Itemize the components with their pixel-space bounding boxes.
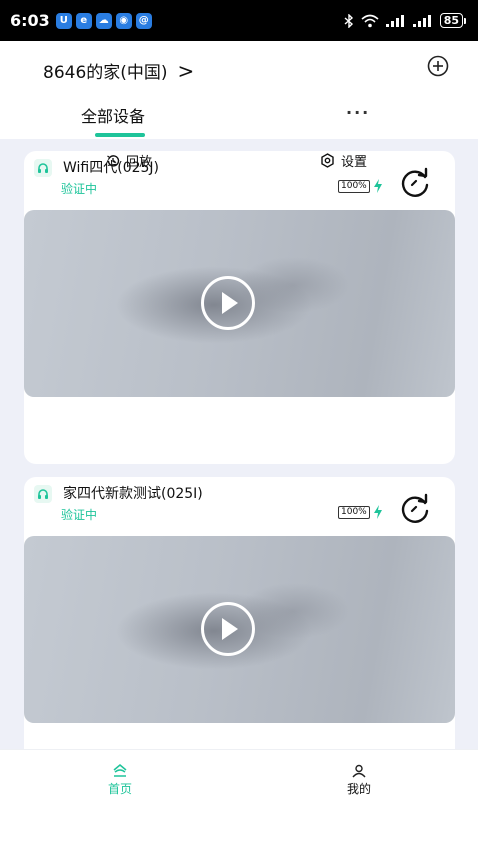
app-chat-icon: e <box>75 12 92 29</box>
wifi-icon <box>361 14 379 27</box>
status-indicators: 85 <box>344 13 466 28</box>
status-bar: 6:03 U e ☁ ◉ @ 85 <box>0 0 478 41</box>
device-battery: 100% <box>338 505 383 519</box>
device-battery-level: 100% <box>338 179 370 193</box>
app-swirl-icon: @ <box>135 12 152 29</box>
app-shield-icon: U <box>55 12 72 29</box>
charging-icon <box>373 505 382 519</box>
settings-button[interactable]: 设置 <box>320 151 367 170</box>
playback-label: 回放 <box>126 155 153 170</box>
status-app-icons: U e ☁ ◉ @ <box>55 12 152 29</box>
home-icon <box>113 764 127 777</box>
playback-button[interactable]: 回放 <box>106 151 152 170</box>
nav-home[interactable]: 首页 <box>90 764 150 797</box>
plus-circle-icon[interactable] <box>427 55 449 77</box>
nav-mine-label: 我的 <box>346 782 371 796</box>
status-time: 6:03 <box>10 11 50 30</box>
play-icon[interactable] <box>200 275 256 331</box>
charging-icon <box>373 179 382 193</box>
home-switcher[interactable]: 8646的家(中国) > <box>43 58 195 84</box>
tab-active-indicator <box>95 133 145 137</box>
signal-icon-2 <box>412 14 431 27</box>
refresh-icon[interactable] <box>398 492 432 526</box>
device-name: 家四代新款测试(025I) <box>63 486 203 502</box>
user-icon <box>352 764 366 778</box>
battery-level: 85 <box>439 13 463 28</box>
battery-tip <box>464 17 466 24</box>
device-battery-level: 100% <box>338 505 370 519</box>
bluetooth-icon <box>344 13 353 28</box>
device-battery: 100% <box>338 179 383 193</box>
headphone-icon <box>34 485 52 503</box>
device-list: Wifi四代(025J) 验证中 100% 回放 设置 家四代新款测试(025I… <box>0 139 478 749</box>
headphone-icon <box>34 159 52 177</box>
home-header: 8646的家(中国) > 全部设备 ··· <box>0 41 478 139</box>
video-preview[interactable] <box>24 210 455 397</box>
settings-icon <box>321 153 334 168</box>
history-icon <box>107 154 120 167</box>
tab-all-devices[interactable]: 全部设备 <box>81 103 145 127</box>
more-options-button[interactable]: ··· <box>346 103 370 122</box>
nav-home-label: 首页 <box>107 782 132 796</box>
play-icon[interactable] <box>200 601 256 657</box>
chevron-right-icon: > <box>177 58 195 83</box>
signal-icon <box>385 14 404 27</box>
device-status: 验证中 <box>61 182 98 196</box>
settings-label: 设置 <box>341 155 368 170</box>
refresh-icon[interactable] <box>398 166 432 200</box>
video-preview[interactable] <box>24 536 455 723</box>
app-cloud-icon: ☁ <box>95 12 112 29</box>
battery-indicator: 85 <box>439 13 466 28</box>
device-card[interactable]: Wifi四代(025J) 验证中 100% 回放 设置 <box>24 151 455 464</box>
bottom-nav: 首页 我的 <box>0 749 478 850</box>
app-robot-icon: ◉ <box>115 12 132 29</box>
device-status: 验证中 <box>61 508 98 522</box>
nav-mine[interactable]: 我的 <box>329 764 389 797</box>
home-name: 8646的家(中国) <box>43 63 168 83</box>
device-card[interactable]: 家四代新款测试(025I) 验证中 100% <box>24 477 455 749</box>
